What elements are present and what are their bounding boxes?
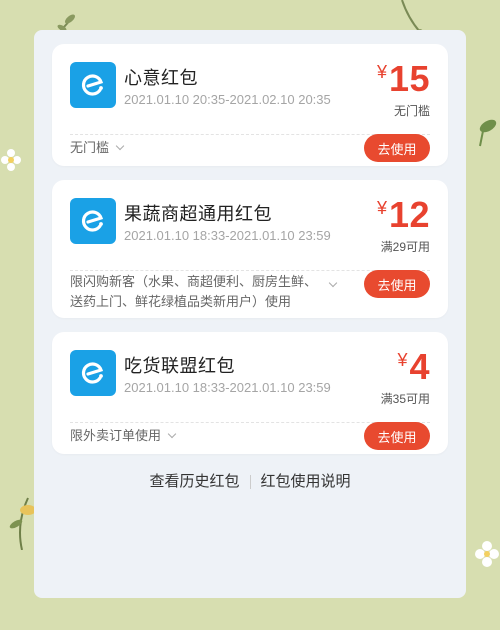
coupon-validity: 2021.01.10 18:33-2021.01.10 23:59 <box>124 228 331 243</box>
coupon-title: 果蔬商超通用红包 <box>124 204 272 224</box>
history-coupons-link[interactable]: 查看历史红包 <box>149 473 239 490</box>
coupon-card-footer: 限外卖订单使用 去使用 <box>52 422 448 454</box>
coupon-validity: 2021.01.10 18:33-2021.01.10 23:59 <box>124 380 331 395</box>
currency-symbol: ¥ <box>376 62 387 82</box>
coupon-card-footer: 无门槛 去使用 <box>52 134 448 166</box>
usage-limit-text: 送药上门、鲜花绿植品类新用户）使用 <box>70 294 292 309</box>
coupon-card: 果蔬商超通用红包 2021.01.10 18:33-2021.01.10 23:… <box>52 180 448 318</box>
eleme-logo-icon <box>70 198 116 244</box>
flower-decoration <box>475 541 499 567</box>
usage-limit-text: 无门槛 <box>70 140 110 155</box>
coupon-title: 心意红包 <box>124 68 198 88</box>
coupon-card-header: 心意红包 2021.01.10 20:35-2021.02.10 20:35 ¥… <box>52 44 448 134</box>
currency-symbol: ¥ <box>397 350 408 370</box>
link-separator <box>249 475 251 490</box>
coupon-card-footer: 限闪购新客（水果、商超便利、厨房生鲜、 送药上门、鲜花绿植品类新用户）使用 去使… <box>52 270 448 318</box>
coupon-amount: ¥4 <box>397 346 430 388</box>
coupon-card-header: 吃货联盟红包 2021.01.10 18:33-2021.01.10 23:59… <box>52 332 448 422</box>
usage-limit-toggle[interactable]: 无门槛 <box>70 138 125 158</box>
coupon-condition: 满29可用 <box>380 240 430 254</box>
usage-limit-text: 限外卖订单使用 <box>70 428 162 443</box>
coupon-amount: ¥12 <box>377 194 430 236</box>
coupon-help-link[interactable]: 红包使用说明 <box>261 473 351 490</box>
leaf-decoration <box>479 119 497 147</box>
coupon-condition: 满35可用 <box>380 392 430 406</box>
coupon-condition: 无门槛 <box>393 104 430 118</box>
usage-limit-text: 限闪购新客（水果、商超便利、厨房生鲜、 <box>70 274 318 289</box>
footer-links: 查看历史红包 红包使用说明 <box>34 470 466 491</box>
coupon-card: 吃货联盟红包 2021.01.10 18:33-2021.01.10 23:59… <box>52 332 448 454</box>
eleme-logo-icon <box>70 62 116 108</box>
amount-value: 4 <box>409 346 430 387</box>
coupon-title: 吃货联盟红包 <box>124 356 235 376</box>
flower-decoration <box>1 149 21 171</box>
coupon-card: 心意红包 2021.01.10 20:35-2021.02.10 20:35 ¥… <box>52 44 448 166</box>
usage-limit-toggle[interactable]: 限闪购新客（水果、商超便利、厨房生鲜、 送药上门、鲜花绿植品类新用户）使用 <box>70 272 317 312</box>
chevron-down-icon <box>167 429 177 439</box>
chevron-down-icon <box>115 141 125 151</box>
eleme-logo-icon <box>70 350 116 396</box>
chevron-down-icon[interactable] <box>328 278 338 288</box>
amount-value: 15 <box>388 58 430 99</box>
coupon-amount: ¥15 <box>377 58 430 100</box>
use-coupon-button[interactable]: 去使用 <box>364 270 430 298</box>
usage-limit-toggle[interactable]: 限外卖订单使用 <box>70 426 177 446</box>
coupon-validity: 2021.01.10 20:35-2021.02.10 20:35 <box>124 92 331 107</box>
use-coupon-button[interactable]: 去使用 <box>364 134 430 162</box>
amount-value: 12 <box>388 194 430 235</box>
coupon-panel: 心意红包 2021.01.10 20:35-2021.02.10 20:35 ¥… <box>34 30 466 598</box>
coupon-card-header: 果蔬商超通用红包 2021.01.10 18:33-2021.01.10 23:… <box>52 180 448 270</box>
currency-symbol: ¥ <box>376 198 387 218</box>
use-coupon-button[interactable]: 去使用 <box>364 422 430 450</box>
